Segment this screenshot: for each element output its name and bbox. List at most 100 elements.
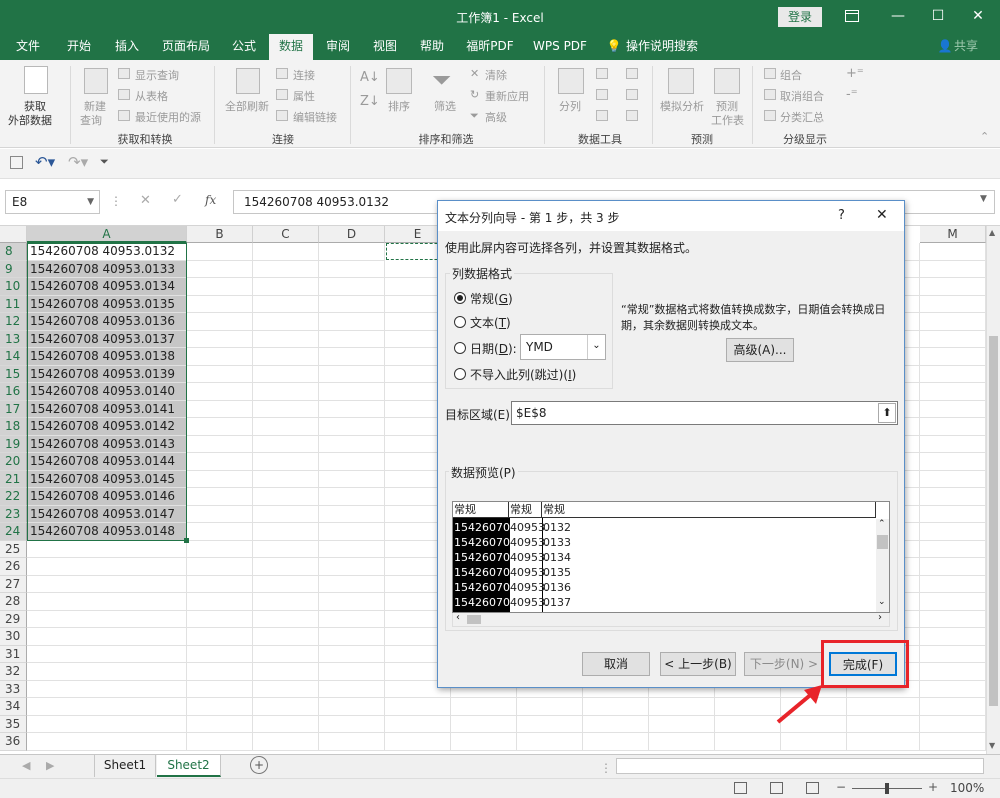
row-header[interactable]: 33 (0, 680, 27, 698)
column-header-m[interactable]: M (920, 226, 986, 243)
grid-cell[interactable] (319, 540, 385, 558)
undo-icon[interactable]: ↶▾ (35, 153, 55, 171)
back-button[interactable]: < 上一步(B) (660, 652, 736, 676)
forecast-label-2[interactable]: 工作表 (711, 112, 744, 128)
row-header[interactable]: 18 (0, 418, 27, 436)
date-option[interactable]: 日期(D): (470, 340, 517, 357)
grid-cell[interactable] (187, 243, 253, 261)
grid-cell[interactable] (253, 663, 319, 681)
grid-cell[interactable] (920, 260, 986, 278)
properties-button[interactable]: 属性 (293, 88, 315, 104)
grid-cell[interactable] (451, 698, 517, 716)
grid-cell[interactable] (187, 330, 253, 348)
tab-data[interactable]: 数据 (269, 34, 313, 60)
grid-cell[interactable]: 154260708 40953.0146 (27, 488, 187, 506)
collapse-ribbon-icon[interactable]: ⌃ (980, 130, 989, 143)
grid-cell[interactable] (319, 470, 385, 488)
grid-cell[interactable] (920, 523, 986, 541)
grid-cell[interactable] (253, 610, 319, 628)
general-radio[interactable] (454, 292, 466, 304)
row-header[interactable]: 19 (0, 435, 27, 453)
grid-cell[interactable]: 154260708 40953.0139 (27, 365, 187, 383)
grid-cell[interactable] (27, 628, 187, 646)
grid-cell[interactable] (253, 575, 319, 593)
grid-cell[interactable] (319, 313, 385, 331)
grid-cell[interactable] (187, 400, 253, 418)
grid-cell[interactable]: 154260708 40953.0145 (27, 470, 187, 488)
grid-cell[interactable] (187, 470, 253, 488)
grid-cell[interactable]: 154260708 40953.0148 (27, 523, 187, 541)
grid-cell[interactable] (253, 505, 319, 523)
text-option[interactable]: 文本(T) (470, 314, 511, 331)
normal-view-icon[interactable] (734, 782, 747, 794)
manage-data-model-icon[interactable] (626, 110, 638, 121)
grid-cell[interactable] (253, 593, 319, 611)
grid-cell[interactable] (920, 313, 986, 331)
advanced-filter-button[interactable]: 高级 (485, 109, 507, 125)
row-header[interactable]: 35 (0, 715, 27, 733)
grid-cell[interactable] (319, 383, 385, 401)
refresh-all-button[interactable]: 全部刷新 (225, 98, 269, 114)
what-if-icon[interactable] (668, 68, 694, 94)
sort-desc-icon[interactable]: Z↓ (360, 94, 380, 109)
scroll-up-icon[interactable]: ▲ (989, 228, 995, 237)
zoom-out-icon[interactable]: − (836, 780, 846, 794)
grid-cell[interactable] (253, 418, 319, 436)
row-header[interactable]: 21 (0, 470, 27, 488)
grid-cell[interactable] (27, 715, 187, 733)
tab-page-layout[interactable]: 页面布局 (155, 34, 217, 60)
grid-cell[interactable] (253, 243, 319, 261)
grid-cell[interactable] (27, 663, 187, 681)
chevron-down-icon[interactable]: ⌄ (587, 335, 605, 359)
grid-cell[interactable] (187, 348, 253, 366)
grid-cell[interactable] (27, 680, 187, 698)
grid-cell[interactable] (187, 313, 253, 331)
preview-header-1[interactable]: 常规 (453, 502, 509, 518)
grid-cell[interactable] (385, 733, 451, 751)
zoom-in-icon[interactable]: + (928, 780, 938, 794)
grid-cell[interactable] (187, 418, 253, 436)
row-header[interactable]: 16 (0, 383, 27, 401)
grid-cell[interactable] (253, 645, 319, 663)
horizontal-scrollbar[interactable] (616, 758, 984, 774)
vertical-scrollbar[interactable]: ▲ ▼ (986, 226, 1000, 754)
grid-cell[interactable] (319, 488, 385, 506)
sheet-tab-sheet1[interactable]: Sheet1 (94, 755, 156, 777)
grid-cell[interactable] (920, 558, 986, 576)
row-header[interactable]: 31 (0, 645, 27, 663)
flash-fill-icon[interactable] (596, 68, 608, 79)
grid-cell[interactable] (920, 540, 986, 558)
hide-detail-icon[interactable]: -⁼ (846, 87, 858, 102)
grid-cell[interactable] (253, 330, 319, 348)
grid-cell[interactable] (319, 593, 385, 611)
grid-cell[interactable] (253, 488, 319, 506)
grid-cell[interactable] (920, 348, 986, 366)
preview-vscroll[interactable]: ⌃ ⌄ (876, 519, 889, 612)
grid-cell[interactable] (920, 365, 986, 383)
grid-cell[interactable] (920, 418, 986, 436)
grid-cell[interactable] (187, 593, 253, 611)
grid-cell[interactable] (253, 523, 319, 541)
grid-cell[interactable] (187, 260, 253, 278)
preview-hscroll[interactable]: ‹ › (452, 612, 890, 627)
grid-cell[interactable]: 154260708 40953.0142 (27, 418, 187, 436)
grid-cell[interactable] (187, 628, 253, 646)
grid-cell[interactable] (319, 295, 385, 313)
close-icon[interactable]: ✕ (876, 207, 888, 223)
row-header[interactable]: 29 (0, 610, 27, 628)
grid-cell[interactable] (847, 715, 920, 733)
scroll-right-icon[interactable]: › (878, 612, 882, 623)
maximize-icon[interactable]: ☐ (924, 4, 952, 28)
grid-cell[interactable] (27, 593, 187, 611)
tab-insert[interactable]: 插入 (105, 34, 149, 60)
grid-cell[interactable] (920, 400, 986, 418)
grid-cell[interactable] (187, 558, 253, 576)
grid-cell[interactable] (187, 365, 253, 383)
grid-cell[interactable] (253, 698, 319, 716)
grid-cell[interactable] (920, 715, 986, 733)
grid-cell[interactable]: 154260708 40953.0143 (27, 435, 187, 453)
row-header[interactable]: 36 (0, 733, 27, 751)
scroll-left-icon[interactable]: ‹ (456, 612, 460, 623)
grid-cell[interactable] (187, 680, 253, 698)
select-all-corner[interactable] (0, 226, 27, 243)
